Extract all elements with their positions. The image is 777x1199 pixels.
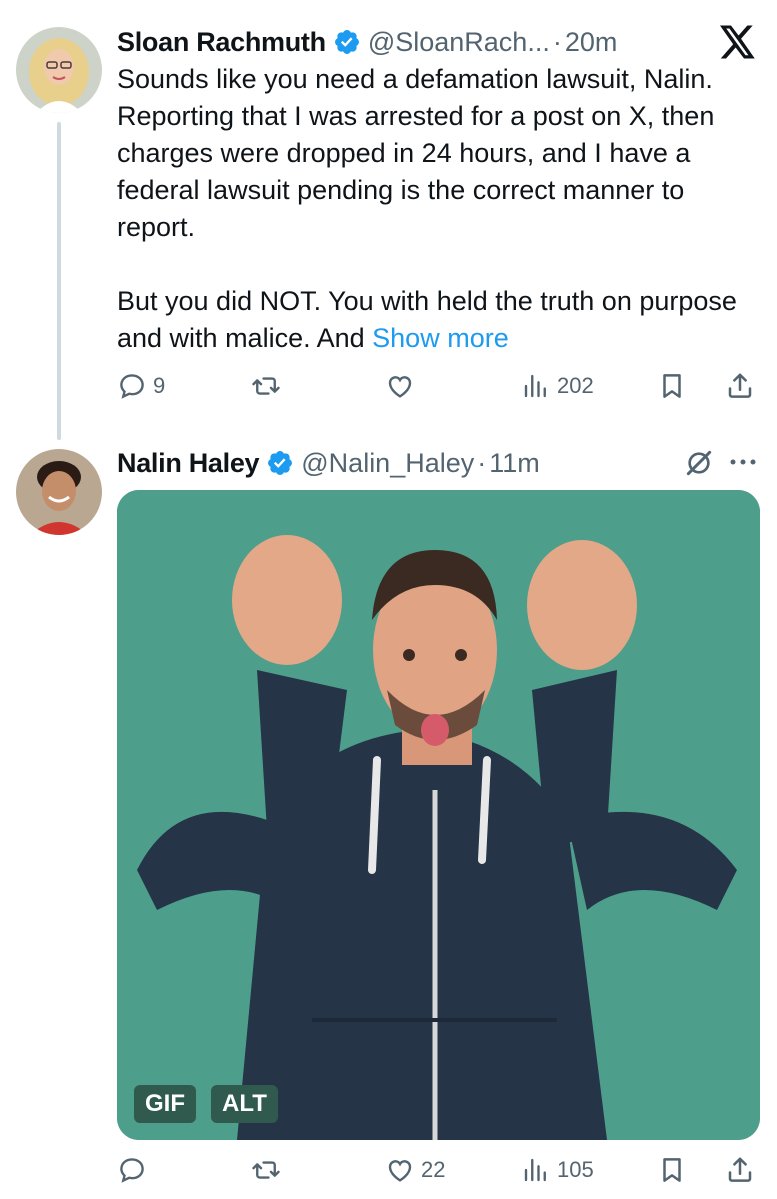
reply-button[interactable] (117, 1152, 147, 1188)
bookmark-button[interactable] (657, 368, 687, 404)
views-button[interactable]: 202 (521, 368, 594, 404)
author-handle[interactable]: @SloanRach... (368, 27, 550, 58)
repost-button[interactable] (250, 368, 282, 404)
timestamp[interactable]: 11m (489, 448, 540, 479)
views-button[interactable]: 105 (521, 1152, 594, 1188)
tweet-1-actions: 9 202 (117, 368, 761, 404)
grok-icon[interactable] (683, 447, 715, 479)
x-logo-icon (720, 25, 756, 59)
verified-badge-icon (333, 28, 361, 56)
share-button[interactable] (725, 1152, 755, 1188)
share-button[interactable] (725, 368, 755, 404)
heart-icon (385, 1155, 415, 1185)
tweet-2-actions: 22 105 (117, 1152, 761, 1188)
avatar-nalin-haley[interactable] (16, 449, 102, 535)
tweet-text-paragraph: But you did NOT. You with held the truth… (117, 283, 757, 357)
tweet-1-text: Sounds like you need a defamation lawsui… (117, 61, 757, 357)
repost-icon (250, 371, 282, 401)
share-icon (725, 371, 755, 401)
avatar-sloan-rachmuth[interactable] (16, 27, 102, 113)
reply-count: 9 (153, 373, 166, 398)
tweet-2-header: Nalin Haley @Nalin_Haley · 11m (117, 443, 540, 483)
repost-button[interactable] (250, 1152, 282, 1188)
reply-icon (117, 371, 147, 401)
heart-icon (385, 371, 415, 401)
gif-badge: GIF (134, 1085, 196, 1123)
verified-badge-icon (266, 449, 294, 477)
bookmark-button[interactable] (657, 1152, 687, 1188)
like-count: 22 (421, 1157, 446, 1182)
tweet-1-header: Sloan Rachmuth @SloanRach... · 20m (117, 22, 617, 62)
tweet-media-gif[interactable] (117, 490, 760, 1140)
timestamp[interactable]: 20m (565, 27, 618, 58)
author-name[interactable]: Sloan Rachmuth (117, 27, 326, 58)
views-icon (521, 1155, 551, 1185)
views-count: 105 (557, 1157, 594, 1182)
like-button[interactable]: 22 (385, 1152, 445, 1188)
reply-icon (117, 1155, 147, 1185)
author-name[interactable]: Nalin Haley (117, 448, 260, 479)
thread-line (57, 122, 61, 440)
like-button[interactable] (385, 368, 415, 404)
views-icon (521, 371, 551, 401)
separator-dot: · (477, 447, 487, 478)
bookmark-icon (657, 1155, 687, 1185)
more-icon[interactable] (728, 452, 758, 472)
reply-button[interactable]: 9 (117, 368, 165, 404)
show-more-link[interactable]: Show more (372, 323, 509, 353)
tweet-text-paragraph: Sounds like you need a defamation lawsui… (117, 64, 715, 242)
views-count: 202 (557, 373, 594, 398)
alt-text-button[interactable]: ALT (211, 1085, 278, 1123)
repost-icon (250, 1155, 282, 1185)
share-icon (725, 1155, 755, 1185)
separator-dot: · (552, 26, 562, 57)
author-handle[interactable]: @Nalin_Haley (301, 448, 474, 479)
bookmark-icon (657, 371, 687, 401)
